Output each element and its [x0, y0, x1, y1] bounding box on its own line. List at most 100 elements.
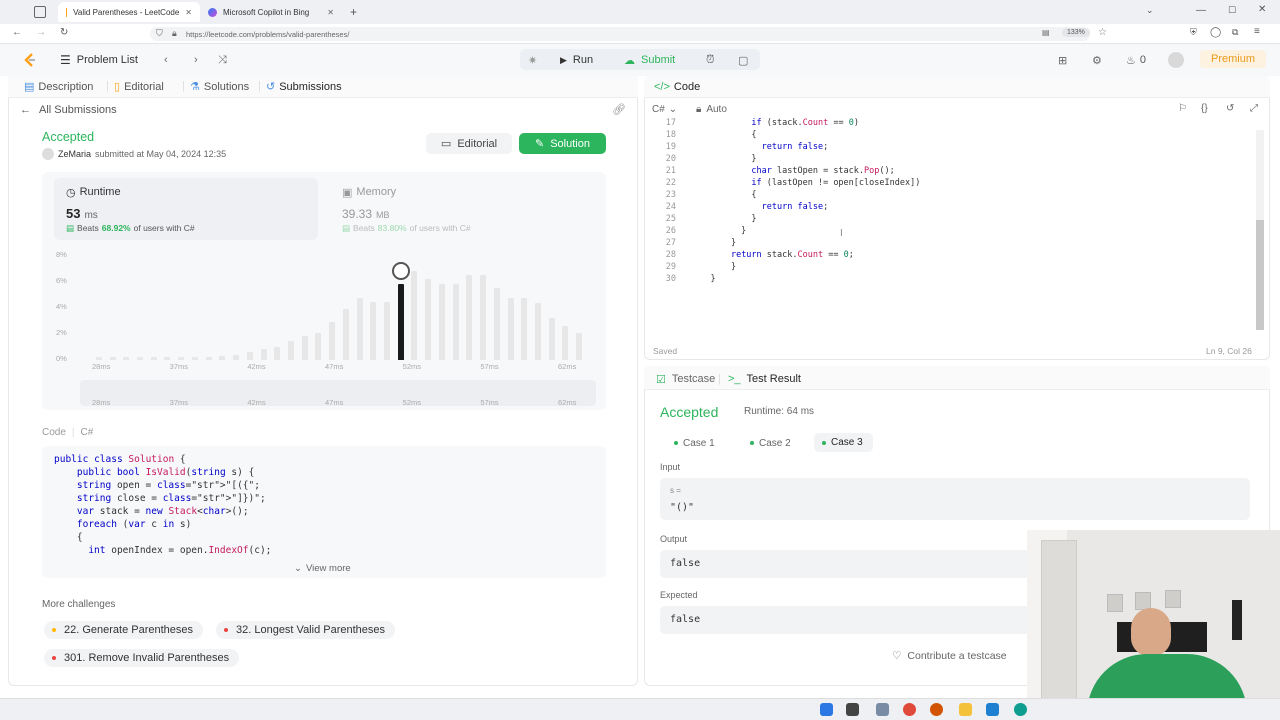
windows-start-icon[interactable]	[820, 703, 833, 716]
task-view-icon[interactable]	[846, 703, 859, 716]
chart-bar[interactable]	[356, 297, 363, 360]
chart-bar[interactable]	[534, 303, 541, 360]
tab-leetcode[interactable]: Valid Parentheses - LeetCode ✕	[58, 2, 200, 22]
bookmark-icon[interactable]: ⚐	[1178, 103, 1187, 114]
chart-bar[interactable]	[164, 357, 171, 360]
chart-bar[interactable]	[219, 355, 226, 360]
notes-icon[interactable]: ▢	[738, 50, 748, 70]
expand-icon[interactable]: ⤢	[1250, 103, 1258, 114]
chart-bar[interactable]	[315, 333, 322, 360]
zoom-level[interactable]: 133%	[1062, 28, 1090, 37]
editor-tab[interactable]: </> Code	[654, 81, 700, 93]
format-braces-icon[interactable]: {}	[1201, 103, 1208, 114]
submitted-code[interactable]: public class Solution { public bool IsVa…	[42, 446, 606, 578]
firefox-icon[interactable]	[930, 703, 943, 716]
chart-bar[interactable]	[452, 284, 459, 360]
chart-bar[interactable]	[507, 297, 514, 360]
new-tab-icon[interactable]: +	[350, 5, 357, 19]
chart-bar[interactable]	[466, 274, 473, 360]
chart-bar[interactable]	[191, 357, 198, 360]
run-button[interactable]: ▶ Run	[560, 50, 593, 70]
layout-icon[interactable]: ⊞	[1058, 50, 1067, 70]
challenge-chip[interactable]: 32. Longest Valid Parentheses	[216, 621, 396, 639]
chart-bar[interactable]	[137, 357, 144, 360]
back-icon[interactable]: ←	[12, 27, 22, 38]
chart-bar[interactable]	[521, 297, 528, 360]
debug-icon[interactable]: ✷	[528, 50, 537, 70]
chart-bar[interactable]	[274, 346, 281, 360]
close-tab-icon[interactable]: ✕	[185, 8, 192, 17]
challenge-chip[interactable]: 301. Remove Invalid Parentheses	[44, 649, 240, 667]
case-tab-1[interactable]: Case 1	[668, 434, 721, 452]
view-more-button[interactable]: ⌄ View more	[294, 563, 351, 574]
language-select[interactable]: C# ⌄	[652, 104, 677, 115]
chart-bar[interactable]	[205, 357, 212, 360]
chart-bar[interactable]	[287, 341, 294, 360]
chart-bar[interactable]	[438, 284, 445, 360]
tab-submissions[interactable]: ↺ Submissions	[266, 80, 342, 94]
chart-bar[interactable]	[384, 301, 391, 360]
tab-actions-icon[interactable]	[34, 6, 46, 18]
chart-bar[interactable]	[493, 288, 500, 360]
premium-button[interactable]: Premium	[1200, 50, 1266, 68]
chrome-icon[interactable]	[903, 703, 916, 716]
chart-bar[interactable]	[576, 333, 583, 360]
submit-button[interactable]: ☁ Submit	[624, 50, 675, 70]
next-problem-icon[interactable]: ›	[194, 50, 198, 70]
chart-bar[interactable]	[329, 322, 336, 360]
extensions-icon[interactable]: ⧉	[1232, 27, 1238, 38]
chart-bar[interactable]	[123, 357, 130, 360]
chart-bar[interactable]	[301, 335, 308, 360]
contribute-testcase-button[interactable]: ♡ Contribute a testcase	[892, 650, 1007, 662]
case-tab-3[interactable]: Case 3	[814, 433, 873, 452]
chart-bar[interactable]	[178, 357, 185, 360]
challenge-chip[interactable]: 22. Generate Parentheses	[44, 621, 204, 639]
username[interactable]: ZeMaria	[58, 149, 91, 159]
avatar[interactable]	[1168, 52, 1184, 68]
menu-icon[interactable]: ≡	[1254, 26, 1260, 37]
address-bar[interactable]: https://leetcode.com/problems/valid-pare…	[150, 27, 1090, 41]
tab-description[interactable]: ▤ Description	[24, 80, 93, 94]
tab-test-result[interactable]: >_ Test Result	[728, 373, 801, 385]
chart-bar[interactable]	[411, 270, 418, 360]
chart-bar[interactable]	[260, 349, 267, 360]
runtime-distribution-chart[interactable]	[92, 252, 586, 360]
site-info-icon[interactable]: ⛉	[156, 28, 163, 39]
file-explorer-icon[interactable]	[959, 703, 972, 716]
chart-bar[interactable]	[562, 326, 569, 360]
code-editor[interactable]: 17 if (stack.Count == 0) 18 {19 return fa…	[650, 118, 1250, 288]
all-submissions-link[interactable]: ← All Submissions	[20, 104, 117, 116]
settings-gear-icon[interactable]: ⚙	[1092, 50, 1102, 70]
memory-header[interactable]: ▣ Memory	[342, 186, 396, 199]
chart-bar[interactable]	[95, 357, 102, 360]
close-window-icon[interactable]: ✕	[1258, 4, 1266, 15]
editorial-button[interactable]: ▭ Editorial	[426, 133, 512, 154]
input-box[interactable]: s = "()"	[660, 478, 1250, 520]
timer-icon[interactable]: ⏰︎	[706, 50, 715, 70]
reset-icon[interactable]: ↺	[1226, 103, 1234, 114]
solution-button[interactable]: ✎ Solution	[519, 133, 606, 154]
chart-bar[interactable]	[480, 274, 487, 360]
chart-bar[interactable]	[397, 284, 404, 360]
chart-bar[interactable]	[370, 301, 377, 360]
editor-scrollbar[interactable]	[1256, 130, 1264, 330]
reload-icon[interactable]: ↻	[60, 27, 68, 38]
widgets-icon[interactable]	[876, 703, 889, 716]
reader-icon[interactable]: ▤	[1042, 28, 1050, 37]
close-tab-icon[interactable]: ✕	[327, 8, 334, 17]
auto-mode[interactable]: 🔒︎ Auto	[696, 104, 727, 115]
scrollbar-thumb[interactable]	[1256, 220, 1264, 330]
case-tab-2[interactable]: Case 2	[744, 434, 797, 452]
minimize-icon[interactable]: —	[1196, 5, 1206, 16]
account-icon[interactable]: ◯	[1210, 27, 1221, 38]
chart-bar[interactable]	[150, 357, 157, 360]
tab-solutions[interactable]: ⚗ Solutions	[190, 80, 249, 94]
tab-copilot[interactable]: Microsoft Copilot in Bing ✕	[200, 2, 342, 22]
share-link-icon[interactable]: 🔗︎	[612, 103, 626, 116]
chart-bar[interactable]	[246, 351, 253, 360]
leetcode-logo-icon[interactable]	[22, 52, 38, 68]
edge-icon[interactable]	[1014, 703, 1027, 716]
vscode-icon[interactable]	[986, 703, 999, 716]
chart-bar[interactable]	[548, 318, 555, 360]
forward-icon[interactable]: →	[36, 27, 46, 38]
